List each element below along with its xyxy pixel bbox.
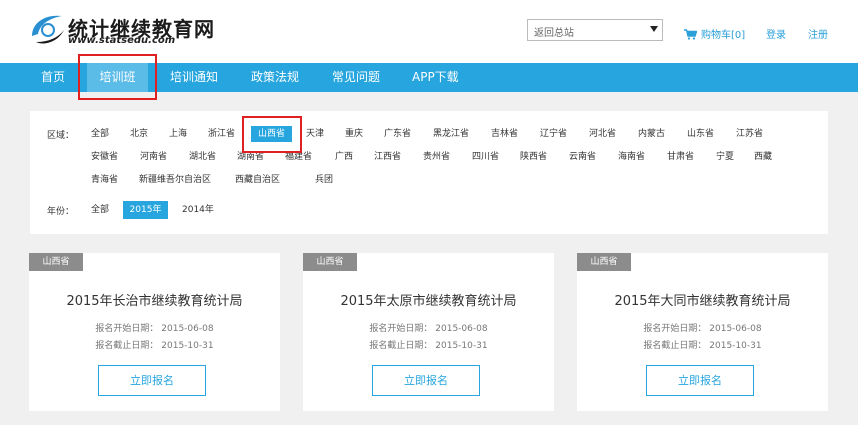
start-date: 报名开始日期： 2015-06-08 bbox=[369, 324, 488, 334]
region-option[interactable]: 四川省 bbox=[472, 149, 499, 165]
region-option[interactable]: 兵团 bbox=[315, 172, 333, 188]
region-option[interactable]: 西藏自治区 bbox=[235, 172, 280, 188]
region-option[interactable]: 广东省 bbox=[384, 126, 411, 142]
region-option[interactable]: 海南省 bbox=[618, 149, 645, 165]
region-option[interactable]: 上海 bbox=[169, 126, 187, 142]
year-option[interactable]: 全部 bbox=[91, 202, 109, 218]
end-date: 报名截止日期： 2015-10-31 bbox=[95, 341, 214, 351]
site-select-dropdown[interactable]: 返回总站 bbox=[527, 19, 663, 41]
site-logo[interactable]: 统计继续教育网 www.statsedu.com bbox=[28, 10, 214, 50]
select-value: 返回总站 bbox=[534, 28, 574, 39]
nav-item-app-download[interactable]: APP下载 bbox=[412, 63, 459, 92]
nav-item-notices[interactable]: 培训通知 bbox=[170, 63, 218, 92]
card-title[interactable]: 2015年大同市继续教育统计局 bbox=[577, 290, 828, 309]
logo-swoosh-icon bbox=[32, 15, 64, 44]
region-option[interactable]: 全部 bbox=[91, 126, 109, 142]
nav-item-policies[interactable]: 政策法规 bbox=[251, 63, 299, 92]
region-option[interactable]: 浙江省 bbox=[208, 126, 235, 142]
end-date: 报名截止日期： 2015-10-31 bbox=[643, 341, 762, 351]
region-option[interactable]: 河南省 bbox=[140, 149, 167, 165]
filter-panel: 区域： 全部 北京 上海 浙江省 山西省 天津 重庆 广东省 黑龙江省 吉林省 … bbox=[30, 111, 828, 234]
region-option[interactable]: 新疆维吾尔自治区 bbox=[139, 172, 211, 188]
region-option[interactable]: 广西 bbox=[335, 149, 353, 165]
region-option[interactable]: 黑龙江省 bbox=[433, 126, 469, 142]
region-option[interactable]: 云南省 bbox=[569, 149, 596, 165]
end-date: 报名截止日期： 2015-10-31 bbox=[369, 341, 488, 351]
region-option[interactable]: 甘肃省 bbox=[667, 149, 694, 165]
region-option[interactable]: 安徽省 bbox=[91, 149, 118, 165]
region-option[interactable]: 湖北省 bbox=[189, 149, 216, 165]
region-option[interactable]: 江苏省 bbox=[736, 126, 763, 142]
region-option[interactable]: 河北省 bbox=[589, 126, 616, 142]
training-card: 山西省 2015年太原市继续教育统计局 报名开始日期： 2015-06-08 报… bbox=[303, 253, 554, 411]
card-title[interactable]: 2015年长治市继续教育统计局 bbox=[29, 290, 280, 309]
register-now-button[interactable]: 立即报名 bbox=[646, 365, 754, 396]
region-option[interactable]: 宁夏 bbox=[716, 149, 734, 165]
main-nav: 首页 培训班 培训通知 政策法规 常见问题 APP下载 bbox=[0, 63, 858, 92]
register-link[interactable]: 注册 bbox=[808, 26, 828, 41]
training-card: 山西省 2015年大同市继续教育统计局 报名开始日期： 2015-06-08 报… bbox=[577, 253, 828, 411]
nav-item-home[interactable]: 首页 bbox=[41, 63, 65, 92]
chevron-down-icon bbox=[650, 26, 658, 32]
region-option[interactable]: 山东省 bbox=[687, 126, 714, 142]
region-option[interactable]: 陕西省 bbox=[520, 149, 547, 165]
region-option[interactable]: 北京 bbox=[130, 126, 148, 142]
site-url: www.statsedu.com bbox=[68, 35, 176, 46]
year-label: 年份： bbox=[47, 207, 75, 217]
region-option[interactable]: 贵州省 bbox=[423, 149, 450, 165]
region-option[interactable]: 辽宁省 bbox=[540, 126, 567, 142]
region-option[interactable]: 湖南省 bbox=[237, 149, 264, 165]
region-option[interactable]: 重庆 bbox=[345, 126, 363, 142]
site-header: 统计继续教育网 www.statsedu.com 返回总站 购物车[0] 登录 … bbox=[0, 0, 858, 63]
start-date: 报名开始日期： 2015-06-08 bbox=[643, 324, 762, 334]
region-option[interactable]: 内蒙古 bbox=[638, 126, 665, 142]
region-option[interactable]: 西藏 bbox=[754, 149, 772, 165]
card-title[interactable]: 2015年太原市继续教育统计局 bbox=[303, 290, 554, 309]
region-option[interactable]: 天津 bbox=[306, 126, 324, 142]
year-option-selected[interactable]: 2015年 bbox=[123, 201, 168, 219]
cart-label: 购物车[0] bbox=[701, 30, 746, 41]
year-option[interactable]: 2014年 bbox=[182, 202, 214, 218]
training-card: 山西省 2015年长治市继续教育统计局 报名开始日期： 2015-06-08 报… bbox=[29, 253, 280, 411]
region-option[interactable]: 青海省 bbox=[91, 172, 118, 188]
region-option-selected[interactable]: 山西省 bbox=[251, 126, 292, 142]
province-tag: 山西省 bbox=[29, 253, 83, 271]
login-link[interactable]: 登录 bbox=[766, 26, 786, 41]
province-tag: 山西省 bbox=[577, 253, 631, 271]
nav-item-training[interactable]: 培训班 bbox=[87, 63, 148, 92]
province-tag: 山西省 bbox=[303, 253, 357, 271]
nav-item-faq[interactable]: 常见问题 bbox=[332, 63, 380, 92]
cart-link[interactable]: 购物车[0] bbox=[684, 26, 745, 41]
cart-icon bbox=[684, 29, 697, 40]
register-now-button[interactable]: 立即报名 bbox=[98, 365, 206, 396]
register-now-button[interactable]: 立即报名 bbox=[372, 365, 480, 396]
region-option[interactable]: 福建省 bbox=[285, 149, 312, 165]
region-option[interactable]: 吉林省 bbox=[491, 126, 518, 142]
region-option[interactable]: 江西省 bbox=[374, 149, 401, 165]
start-date: 报名开始日期： 2015-06-08 bbox=[95, 324, 214, 334]
region-label: 区域： bbox=[47, 131, 75, 141]
